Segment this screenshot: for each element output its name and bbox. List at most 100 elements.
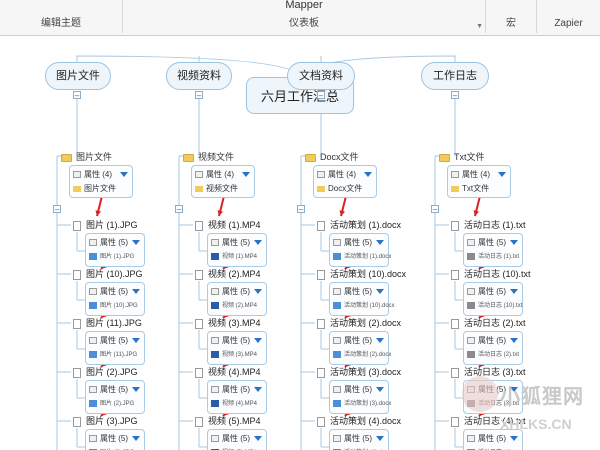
- folder-properties[interactable]: 属性 (4) 视频文件: [191, 165, 255, 198]
- dropdown-arrow-icon[interactable]: [510, 289, 518, 294]
- dropdown-arrow-icon[interactable]: [242, 172, 250, 177]
- dropdown-arrow-icon[interactable]: [132, 240, 140, 245]
- file-node[interactable]: 活动策划 (4).docx: [317, 414, 401, 428]
- collapse-toggle[interactable]: –: [451, 91, 459, 100]
- file-node[interactable]: 活动策划 (3).docx: [317, 365, 401, 379]
- dropdown-arrow-icon[interactable]: [510, 338, 518, 343]
- folder-properties[interactable]: 属性 (4) Docx文件: [313, 165, 377, 198]
- folder-node[interactable]: Docx文件: [305, 150, 359, 164]
- folder-node[interactable]: Txt文件: [439, 150, 485, 164]
- file-properties[interactable]: 属性 (5) 图片 (10).JPG: [85, 282, 145, 316]
- collapse-toggle[interactable]: –: [297, 205, 305, 214]
- property-row: 属性 (5): [211, 433, 250, 444]
- dropdown-arrow-icon[interactable]: [510, 240, 518, 245]
- folder-properties[interactable]: 属性 (4) 图片文件: [69, 165, 133, 198]
- file-properties[interactable]: 属性 (5)活动策划 (4).docx: [329, 429, 389, 450]
- collapse-toggle[interactable]: –: [317, 91, 325, 100]
- collapse-toggle[interactable]: –: [53, 205, 61, 214]
- document-icon: [195, 367, 203, 378]
- property-row: 视频 (3).MP4: [211, 350, 257, 361]
- folder-node[interactable]: 图片文件: [61, 150, 112, 164]
- file-properties[interactable]: 属性 (5) 活动策划 (1).docx: [329, 233, 392, 267]
- file-properties[interactable]: 属性 (5) 活动策划 (10).docx: [329, 282, 395, 316]
- collapse-toggle[interactable]: –: [175, 205, 183, 214]
- document-icon: [73, 220, 81, 231]
- file-properties[interactable]: 属性 (5) 活动日志 (10).txt: [463, 282, 523, 316]
- collapse-toggle[interactable]: –: [195, 91, 203, 100]
- property-row: 属性 (5): [211, 335, 250, 346]
- file-properties[interactable]: 属性 (5)图片 (3).JPG: [85, 429, 145, 450]
- file-node[interactable]: 图片 (1).JPG: [73, 218, 138, 232]
- ribbon-group-zapier[interactable]: Zapier: [537, 0, 600, 33]
- file-properties[interactable]: 属性 (5) 图片 (2).JPG: [85, 380, 145, 414]
- file-node[interactable]: 图片 (2).JPG: [73, 365, 138, 379]
- main-topic-2[interactable]: 视频资料: [166, 62, 232, 90]
- folder-node[interactable]: 视频文件: [183, 150, 234, 164]
- main-topic-3[interactable]: 文档资料: [287, 62, 355, 90]
- file-node[interactable]: 视频 (1).MP4: [195, 218, 261, 232]
- file-properties[interactable]: 属性 (5) 图片 (11).JPG: [85, 331, 145, 365]
- dropdown-arrow-icon[interactable]: [376, 387, 384, 392]
- file-node[interactable]: 活动日志 (2).txt: [451, 316, 526, 330]
- file-properties[interactable]: 属性 (5) 视频 (3).MP4: [207, 331, 267, 365]
- document-icon: [73, 318, 81, 329]
- file-node[interactable]: 图片 (11).JPG: [73, 316, 142, 330]
- file-properties[interactable]: 属性 (5) 视频 (4).MP4: [207, 380, 267, 414]
- dropdown-arrow-icon[interactable]: [132, 338, 140, 343]
- dropdown-arrow-icon[interactable]: [376, 240, 384, 245]
- file-properties[interactable]: 属性 (5) 视频 (1).MP4: [207, 233, 267, 267]
- document-icon: [317, 220, 325, 231]
- dropdown-arrow-icon[interactable]: [254, 240, 262, 245]
- dropdown-arrow-icon[interactable]: [254, 289, 262, 294]
- dropdown-arrow-icon[interactable]: [254, 387, 262, 392]
- mapper-button[interactable]: Mapper: [123, 0, 485, 11]
- file-node[interactable]: 视频 (5).MP4: [195, 414, 261, 428]
- file-node[interactable]: 视频 (3).MP4: [195, 316, 261, 330]
- table-icon: [211, 435, 219, 443]
- dropdown-arrow-icon[interactable]: [132, 387, 140, 392]
- file-properties[interactable]: 属性 (5) 图片 (1).JPG: [85, 233, 145, 267]
- file-properties[interactable]: 属性 (5) 活动策划 (3).docx: [329, 380, 391, 414]
- file-node[interactable]: 图片 (3).JPG: [73, 414, 138, 428]
- property-row: 属性 (5): [333, 335, 372, 346]
- main-topic-4[interactable]: 工作日志: [421, 62, 489, 90]
- ribbon-group-edit-topic[interactable]: 编辑主题: [0, 0, 123, 33]
- file-properties[interactable]: 属性 (5) 活动策划 (2).docx: [329, 331, 391, 365]
- property-value: 活动策划 (1).docx: [344, 254, 392, 260]
- property-row: 活动日志 (1).txt: [467, 252, 519, 263]
- ribbon-group-dashboard[interactable]: Mapper 仪表板 ▼: [123, 0, 486, 33]
- property-count: 属性 (5): [222, 434, 250, 443]
- dropdown-arrow-icon[interactable]: [376, 289, 384, 294]
- dropdown-arrow-icon[interactable]: [498, 172, 506, 177]
- file-node[interactable]: 图片 (10).JPG: [73, 267, 143, 281]
- file-type-icon: [467, 301, 475, 309]
- dropdown-arrow-icon[interactable]: [132, 436, 140, 441]
- file-node[interactable]: 活动策划 (2).docx: [317, 316, 401, 330]
- file-properties[interactable]: 属性 (5)视频 (5).MP4: [207, 429, 267, 450]
- file-node[interactable]: 活动日志 (10).txt: [451, 267, 531, 281]
- folder-properties[interactable]: 属性 (4) Txt文件: [447, 165, 511, 198]
- dropdown-arrow-icon[interactable]: [364, 172, 372, 177]
- ribbon-group-label: 仪表板: [289, 18, 319, 29]
- dropdown-arrow-icon[interactable]: [254, 436, 262, 441]
- file-node[interactable]: 活动策划 (10).docx: [317, 267, 406, 281]
- file-properties[interactable]: 属性 (5) 视频 (2).MP4: [207, 282, 267, 316]
- file-properties[interactable]: 属性 (5) 活动日志 (1).txt: [463, 233, 523, 267]
- chevron-down-icon[interactable]: ▼: [476, 23, 483, 30]
- file-node[interactable]: 活动日志 (1).txt: [451, 218, 526, 232]
- property-count: 属性 (5): [100, 336, 128, 345]
- collapse-toggle[interactable]: –: [431, 205, 439, 214]
- dropdown-arrow-icon[interactable]: [132, 289, 140, 294]
- file-properties[interactable]: 属性 (5) 活动日志 (2).txt: [463, 331, 523, 365]
- ribbon-group-macro[interactable]: 宏: [486, 0, 537, 33]
- file-node[interactable]: 活动策划 (1).docx: [317, 218, 401, 232]
- collapse-toggle[interactable]: –: [73, 91, 81, 100]
- dropdown-arrow-icon[interactable]: [254, 338, 262, 343]
- file-node[interactable]: 视频 (2).MP4: [195, 267, 261, 281]
- dropdown-arrow-icon[interactable]: [376, 436, 384, 441]
- dropdown-arrow-icon[interactable]: [376, 338, 384, 343]
- main-topic-1[interactable]: 图片文件: [45, 62, 111, 90]
- property-count: 属性 (5): [100, 287, 128, 296]
- file-node[interactable]: 视频 (4).MP4: [195, 365, 261, 379]
- dropdown-arrow-icon[interactable]: [120, 172, 128, 177]
